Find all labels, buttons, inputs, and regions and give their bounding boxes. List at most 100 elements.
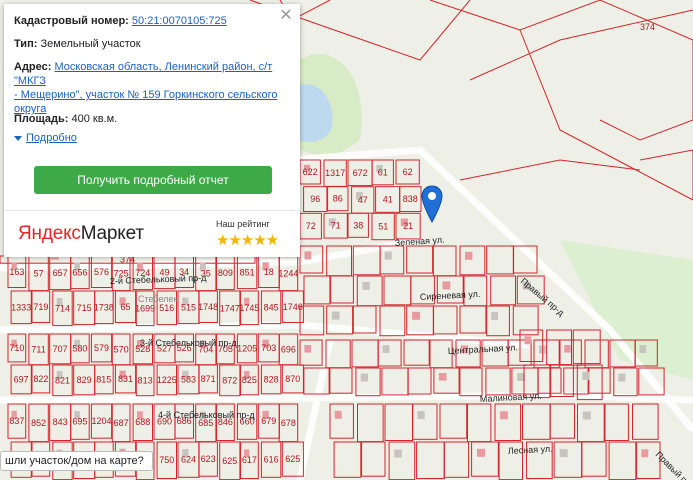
yandex-market-logo[interactable]: ЯндексМаркет (18, 223, 144, 245)
parcel-number: 831 (118, 374, 133, 384)
parcel-number: 656 (72, 267, 87, 277)
parcel-number: 750 (159, 455, 174, 465)
parcel-number: 51 (378, 222, 388, 232)
building (331, 311, 340, 320)
get-report-button[interactable]: Получить подробный отчет (34, 166, 272, 194)
street-label: 4-й Стебельковый пр-д (158, 410, 255, 420)
rating-stars-icon: ★★★★★ (216, 232, 279, 249)
details-toggle[interactable]: Подробно (14, 132, 77, 144)
area-value: 400 кв.м. (71, 113, 118, 125)
building (362, 281, 370, 290)
building (360, 373, 368, 382)
place-label: Стебелек (138, 294, 177, 304)
parcel-number: 829 (77, 375, 92, 385)
parcel-number: 38 (353, 220, 363, 230)
address-label: Адрес: (14, 61, 52, 73)
building (641, 449, 649, 458)
parcel-number: 623 (201, 454, 216, 464)
parcel-number: 41 (383, 195, 393, 205)
parcel-number: 672 (353, 168, 368, 178)
parcel-number: 617 (242, 455, 257, 465)
building (394, 449, 402, 458)
building (384, 251, 392, 260)
building (412, 311, 421, 320)
address-row: Адрес: Московская область, Ленинский рай… (14, 60, 286, 116)
parcel-number: 1205 (237, 343, 257, 353)
building (417, 411, 425, 420)
yandex-market-banner[interactable]: ЯндексМаркет Наш рейтинг ★★★★★ (4, 210, 300, 257)
parcel-number: 843 (53, 417, 68, 427)
cadastral-label: Кадастровый номер: (14, 15, 129, 27)
building (582, 411, 591, 420)
building (382, 345, 390, 353)
parcel-number: 1748 (198, 302, 218, 312)
parcel-number: 622 (303, 167, 318, 177)
parcel-number: 21 (403, 221, 413, 231)
details-link[interactable]: Подробно (26, 132, 77, 144)
parcel-number: 576 (94, 267, 109, 277)
parcel-number: 583 (181, 374, 196, 384)
parcel-number: 845 (264, 302, 279, 312)
area-row: Площадь: 400 кв.м. (14, 112, 286, 126)
map-hint-tooltip[interactable]: шли участок/дом на карте? (0, 451, 153, 471)
building (639, 345, 647, 353)
cadastral-number-link[interactable]: 50:21:0070105:725 (132, 15, 227, 27)
parcel-number: 57 (34, 268, 44, 278)
parcel-number: 579 (94, 343, 109, 353)
parcel-number: 822 (33, 374, 48, 384)
parcel-number: 18 (264, 267, 274, 277)
type-value: Земельный участок (40, 38, 141, 50)
parcel-number: 719 (33, 302, 48, 312)
logo-part-yandex: Яндекс (18, 223, 81, 244)
parcel-number: 1738 (94, 302, 114, 312)
building (438, 373, 447, 381)
parcel-number: 1699 (135, 303, 155, 313)
cadastral-row: Кадастровый номер: 50:21:0070105:725 (14, 14, 286, 28)
parcel-number: 374 (640, 22, 655, 32)
address-link-line1[interactable]: Московская область, Ленинский район, с/т… (14, 61, 272, 87)
parcel-number: 714 (55, 303, 70, 313)
parcel-number: 163 (9, 267, 24, 277)
parcel-number: 96 (310, 194, 320, 204)
building (304, 345, 311, 353)
location-pin-icon[interactable] (421, 185, 443, 223)
building (465, 251, 473, 260)
street-label: 3-й Стебельковый пр-д (140, 338, 237, 348)
parcel-number: 580 (72, 343, 87, 353)
building (582, 371, 590, 380)
caret-down-icon (14, 135, 22, 141)
parcel-number: 62 (403, 167, 413, 177)
parcel-number: 71 (331, 221, 341, 231)
parcel-number: 1745 (239, 303, 259, 313)
parcel-number: 688 (135, 417, 150, 427)
parcel-number: 1244 (278, 268, 298, 278)
parcel-number: 1225 (157, 375, 177, 385)
building (442, 281, 451, 290)
parcel-number: 61 (378, 167, 388, 177)
parcel-number: 516 (159, 303, 174, 313)
parcel-number: 1204 (91, 416, 111, 426)
parcel-number: 813 (138, 375, 153, 385)
parcel-number: 872 (222, 375, 237, 385)
building (564, 345, 571, 353)
type-row: Тип: Земельный участок (14, 37, 286, 51)
parcel-number: 679 (261, 416, 276, 426)
parcel-number: 65 (120, 302, 130, 312)
area-label: Площадь: (14, 113, 69, 125)
address-link-line2[interactable]: - Мещерино", участок № 159 Горкинского с… (14, 89, 277, 101)
building (334, 410, 342, 419)
parcel-number: 815 (96, 374, 111, 384)
parcel-number: 697 (14, 374, 29, 384)
parcel-number: 86 (333, 194, 343, 204)
parcel-number: 687 (114, 418, 129, 428)
building (524, 336, 532, 345)
parcel-number: 715 (77, 303, 92, 313)
parcel-number: 825 (242, 375, 257, 385)
parcel-info-popup: ✕ Кадастровый номер: 50:21:0070105:725 Т… (4, 4, 300, 257)
building (304, 251, 312, 260)
parcel-number: 695 (72, 417, 87, 427)
parcel-number: 625 (222, 456, 237, 466)
parcel-number: 852 (31, 418, 46, 428)
rating-label: Наш рейтинг (216, 219, 270, 229)
building (477, 448, 485, 457)
